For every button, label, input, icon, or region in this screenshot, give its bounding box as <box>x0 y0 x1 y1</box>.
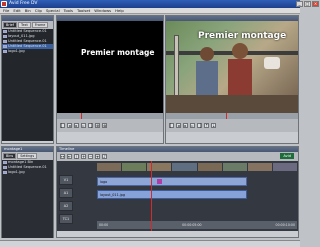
time-ruler[interactable]: 00:00 00:00:05:00 00:00:10:00 <box>97 221 297 229</box>
child-face <box>200 47 214 61</box>
close-button[interactable]: × <box>312 1 319 7</box>
record-position-indicator[interactable] <box>226 113 227 119</box>
thumbnail <box>97 163 122 171</box>
menu-bar: File Edit Bin Clip Special Tools Toolset… <box>0 8 300 14</box>
timeline-panel: Timeline ↔ ⇤ ┆ + − ⌖ ♪ Avid V1 A1 A2 TC1… <box>56 146 299 238</box>
audio-tool-icon[interactable]: ♪ <box>102 154 107 159</box>
track-label-tc1[interactable]: TC1 <box>59 214 73 224</box>
snap-icon[interactable]: ⌖ <box>95 154 100 159</box>
bin-panel: Brief Text Frame Untitled Sequence.01 la… <box>1 15 54 144</box>
tab-frame[interactable]: Frame <box>31 22 49 28</box>
tab-bins[interactable]: Bins <box>3 153 17 159</box>
step-forward-button[interactable]: ▹ <box>190 123 195 128</box>
step-back-button[interactable]: ◂ <box>176 123 181 128</box>
track-label-v1[interactable]: V1 <box>59 175 73 185</box>
thumbnail <box>122 163 147 171</box>
source-title-overlay: Premier montage <box>81 48 155 57</box>
mode-badge: Avid <box>280 153 294 159</box>
segment-mode-icon[interactable]: ↔ <box>60 154 65 159</box>
source-monitor: Premier montage ▏ ◂ ▸ ▹ ▕ ⊕ ⊗ <box>56 15 164 144</box>
timeline-toolbar: ↔ ⇤ ┆ + − ⌖ ♪ Avid <box>57 152 298 161</box>
maximize-button[interactable]: □ <box>304 1 311 7</box>
sequence-icon <box>3 40 7 43</box>
record-viewer[interactable]: Premier montage <box>166 21 298 113</box>
record-transport: ▏ ◂ ▸ ▹ ▕ ⇡ ⇣ <box>166 119 298 132</box>
app-logo-icon <box>1 1 7 7</box>
source-transport: ▏ ◂ ▸ ▹ ▕ ⊕ ⊗ <box>57 119 163 132</box>
tab-settings[interactable]: Settings <box>17 153 38 159</box>
menu-toolset[interactable]: Toolset <box>77 8 90 13</box>
step-back-button[interactable]: ◂ <box>67 123 72 128</box>
thumbnail <box>247 163 272 171</box>
lift-button[interactable]: ⇡ <box>204 123 209 128</box>
step-forward-button[interactable]: ▹ <box>81 123 86 128</box>
menu-file[interactable]: File <box>3 8 9 13</box>
sequence-icon <box>3 45 7 48</box>
image-clip-icon <box>3 50 7 53</box>
status-bar <box>0 240 300 247</box>
sequence-icon <box>3 30 7 33</box>
menu-clip[interactable]: Clip <box>35 8 42 13</box>
splice-in-button[interactable]: ⊕ <box>95 123 100 128</box>
project-tabs: Bins Settings <box>2 152 53 160</box>
tab-brief[interactable]: Brief <box>3 22 17 28</box>
zoom-in-icon[interactable]: + <box>81 154 86 159</box>
mark-in-button[interactable]: ▏ <box>169 123 174 128</box>
mark-out-button[interactable]: ▕ <box>88 123 93 128</box>
extract-button[interactable]: ⇣ <box>211 123 216 128</box>
thumbnail <box>172 163 197 171</box>
thumbnail-strip <box>97 163 297 171</box>
child-face <box>232 43 248 59</box>
add-edit-icon[interactable]: ┆ <box>74 154 79 159</box>
record-title-overlay: Premier montage <box>198 31 287 41</box>
timeline-tracks: V1 A1 A2 TC1 logo layout_011.jpg 00:00 0… <box>57 161 298 231</box>
sequence-icon <box>3 166 7 169</box>
list-item[interactable]: logo1.jpg <box>2 170 53 175</box>
list-item[interactable]: logo1.jpg <box>2 49 53 54</box>
play-button[interactable]: ▸ <box>74 123 79 128</box>
menu-tools[interactable]: Tools <box>64 8 73 13</box>
menu-bin[interactable]: Bin <box>25 8 31 13</box>
zoom-out-icon[interactable]: − <box>88 154 93 159</box>
menu-windows[interactable]: Windows <box>94 8 111 13</box>
menu-help[interactable]: Help <box>115 8 124 13</box>
source-position-bar[interactable] <box>57 113 163 119</box>
source-viewer[interactable]: Premier montage <box>57 21 163 113</box>
child-body <box>228 59 252 95</box>
image-clip-icon <box>3 35 7 38</box>
timeline-clip-audio[interactable]: layout_011.jpg <box>97 190 247 199</box>
image-clip-icon <box>3 171 7 174</box>
thumbnail <box>197 163 222 171</box>
record-position-bar[interactable] <box>166 113 298 119</box>
mark-out-button[interactable]: ▕ <box>197 123 202 128</box>
overwrite-button[interactable]: ⊗ <box>102 123 107 128</box>
menu-special[interactable]: Special <box>46 8 60 13</box>
effect-icon <box>157 179 162 184</box>
thumbnail <box>222 163 247 171</box>
thumbnail <box>272 163 297 171</box>
record-monitor: Untitled Sequence.01 Premier montage ▏ ◂… <box>165 15 299 144</box>
ground <box>166 95 298 113</box>
app-title-bar: Avid Free DV <box>0 0 300 8</box>
timeline-playhead[interactable] <box>151 161 152 231</box>
child-body <box>196 61 218 95</box>
play-button[interactable]: ▸ <box>183 123 188 128</box>
project-panel: montage1 Bins Settings montage1 Bin Unti… <box>1 146 54 238</box>
window-controls: _ □ × <box>296 1 319 7</box>
track-label-a2[interactable]: A2 <box>59 201 73 211</box>
minimize-button[interactable]: _ <box>296 1 303 7</box>
track-label-a1[interactable]: A1 <box>59 188 73 198</box>
trim-mode-icon[interactable]: ⇤ <box>67 154 72 159</box>
mark-in-button[interactable]: ▏ <box>60 123 65 128</box>
project-bin-list: montage1 Bin Untitled Sequence.01 logo1.… <box>2 160 53 238</box>
source-position-indicator[interactable] <box>81 113 82 119</box>
menu-edit[interactable]: Edit <box>13 8 20 13</box>
timeline-clip-video[interactable]: logo <box>97 177 247 186</box>
bin-tabs: Brief Text Frame <box>2 21 53 29</box>
tab-text[interactable]: Text <box>17 22 31 28</box>
app-title: Avid Free DV <box>9 1 38 6</box>
goat <box>264 57 280 69</box>
bin-list: Untitled Sequence.01 layout_011.jpg Unti… <box>2 29 53 141</box>
bin-folder-icon <box>3 161 7 164</box>
